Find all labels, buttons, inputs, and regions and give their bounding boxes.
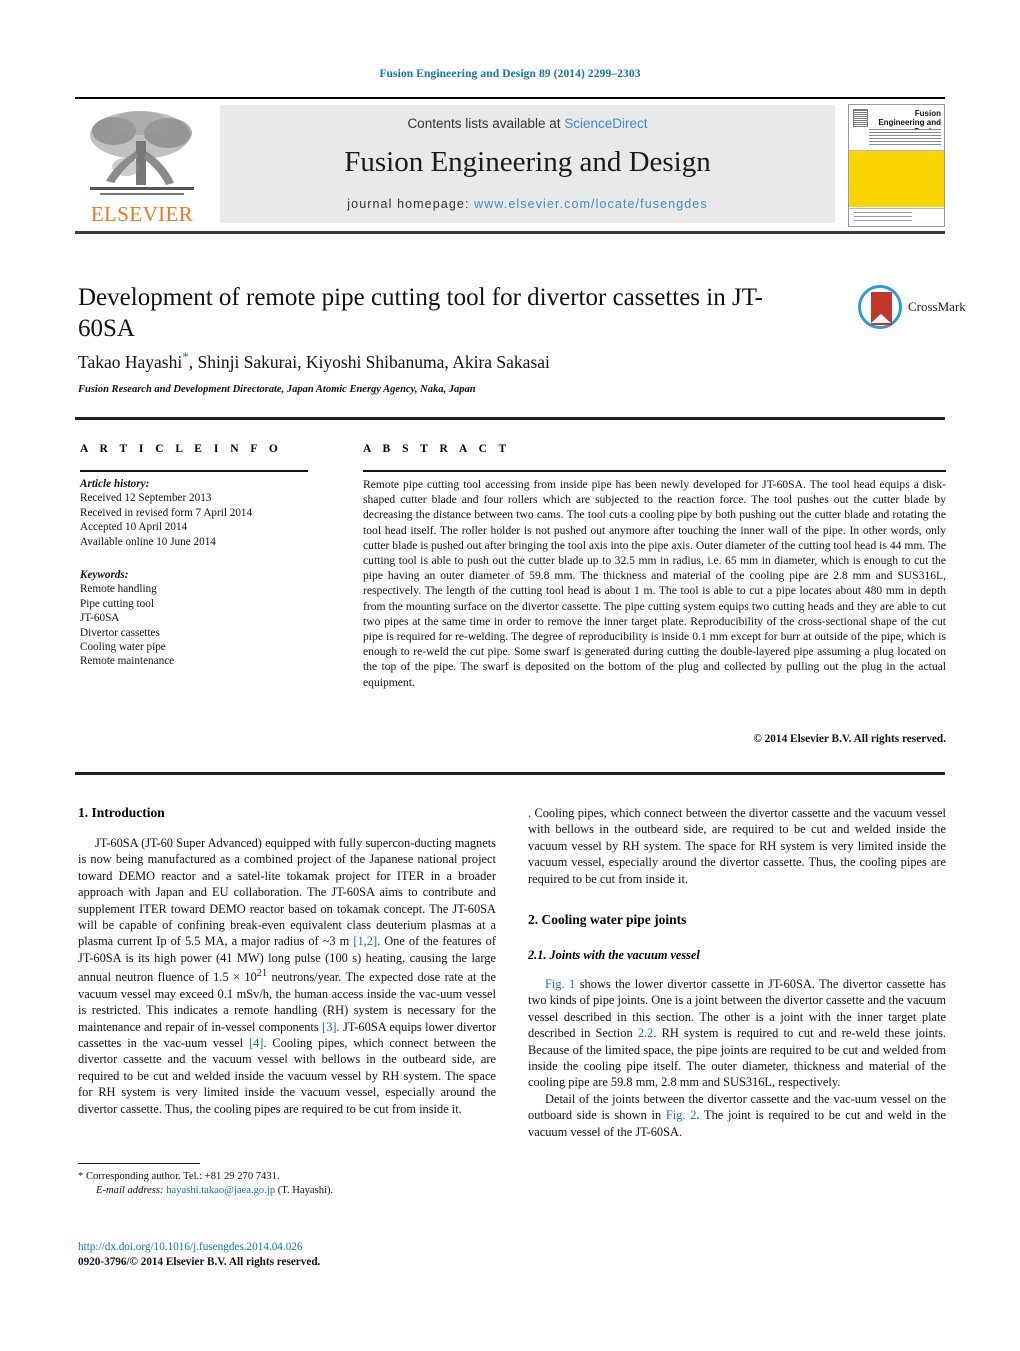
paper-page: Fusion Engineering and Design 89 (2014) … (0, 0, 1020, 1351)
crossmark-label: CrossMark (908, 299, 966, 314)
history-item: Received 12 September 2013 (80, 492, 212, 505)
abstract-top-rule (75, 417, 945, 420)
journal-cover-thumbnail: Fusion Engineering and Design (848, 104, 945, 227)
cover-footer-lines (854, 212, 912, 223)
keyword-item: Divertor cassettes (80, 626, 160, 639)
corresponding-author-note: * Corresponding author. Tel.: +81 29 270… (78, 1170, 498, 1184)
sec21-paragraph-2: Detail of the joints between the diverto… (528, 1091, 946, 1140)
contents-prefix: Contents lists available at (407, 116, 565, 131)
cover-subtext-lines (869, 129, 941, 145)
cover-top-band: Fusion Engineering and Design (849, 105, 944, 151)
section-heading-introduction: 1. Introduction (78, 805, 165, 820)
doi-block: http://dx.doi.org/10.1016/j.fusengdes.20… (78, 1240, 498, 1270)
section-heading-cooling-water-pipe-joints: 2. Cooling water pipe joints (528, 912, 687, 928)
running-head: Fusion Engineering and Design 89 (2014) … (379, 68, 641, 80)
author-first: Takao Hayashi (78, 351, 183, 372)
intro-continuation: . Cooling pipes, which connect between t… (528, 805, 946, 887)
sciencedirect-link[interactable]: ScienceDirect (564, 116, 647, 131)
keyword-item: Remote maintenance (80, 655, 175, 668)
paper-title: Development of remote pipe cutting tool … (78, 284, 764, 342)
intro-paragraph-1: JT-60SA (JT-60 Super Advanced) equipped … (78, 835, 496, 1117)
issn-copyright-line: 0920-3796/© 2014 Elsevier B.V. All right… (78, 1256, 321, 1268)
citation-1-2[interactable]: [1,2] (353, 934, 377, 948)
figure-2-link[interactable]: Fig. 2 (666, 1108, 697, 1122)
citation-3[interactable]: [3] (322, 1020, 336, 1034)
crossmark-notch (871, 314, 891, 323)
copyright-line: © 2014 Elsevier B.V. All rights reserved… (753, 733, 946, 745)
email-note: E-mail address: hayashi.takao@jaea.go.jp… (78, 1184, 498, 1198)
author-email-link[interactable]: hayashi.takao@jaea.go.jp (166, 1185, 275, 1196)
abstract-bottom-rule (75, 772, 945, 775)
section-2-2-link[interactable]: 2.2 (638, 1026, 654, 1040)
elsevier-logo: ELSEVIER (78, 105, 206, 229)
footnote-block: * Corresponding author. Tel.: +81 29 270… (78, 1170, 498, 1198)
sec21-paragraph-1: Fig. 1 shows the lower divertor cassette… (528, 976, 946, 1091)
abstract-rule (363, 470, 946, 472)
keyword-item: Cooling water pipe (80, 641, 166, 654)
article-info-label: A R T I C L E I N F O (80, 443, 283, 455)
subsection-heading-joints-vacuum-vessel: 2.1. Joints with the vacuum vessel (528, 948, 700, 963)
article-info-column: Article history: Received 12 September 2… (80, 477, 316, 669)
cover-footer-band (849, 208, 944, 226)
crossmark-logo: CrossMark (858, 285, 966, 331)
journal-masthead: ELSEVIER Contents lists available at Sci… (75, 97, 945, 230)
crossmark-badge-icon (858, 285, 902, 329)
history-item: Available online 10 June 2014 (80, 535, 216, 548)
elsevier-tree-icon (84, 107, 200, 203)
cover-yellow-panel (849, 151, 944, 207)
keyword-item: Pipe cutting tool (80, 597, 154, 610)
exponent-21: 21 (256, 968, 268, 980)
keyword-item: JT-60SA (80, 612, 120, 625)
body-right-column: . Cooling pipes, which connect between t… (528, 805, 946, 1140)
corresponding-author-text: Corresponding author. Tel.: +81 29 270 7… (83, 1171, 280, 1182)
contents-available-line: Contents lists available at ScienceDirec… (220, 116, 835, 131)
intro-text-a: JT-60SA (JT-60 Super Advanced) equipped … (78, 836, 496, 949)
cover-badge-icon (853, 109, 868, 127)
journal-title: Fusion Engineering and Design (344, 146, 711, 178)
abstract-text: Remote pipe cutting tool accessing from … (363, 478, 946, 689)
citation-4[interactable]: [4] (249, 1036, 263, 1050)
article-info-rule (80, 470, 308, 472)
journal-homepage-link[interactable]: www.elsevier.com/locate/fusengdes (474, 197, 708, 211)
body-left-column: 1. Introduction JT-60SA (JT-60 Super Adv… (78, 805, 496, 1117)
masthead-banner: Contents lists available at ScienceDirec… (220, 105, 835, 223)
elsevier-wordmark: ELSEVIER (90, 202, 194, 226)
journal-homepage-line: journal homepage: www.elsevier.com/locat… (220, 197, 835, 211)
figure-1-link[interactable]: Fig. 1 (545, 977, 575, 991)
email-label: E-mail address: (96, 1185, 164, 1196)
history-item: Accepted 10 April 2014 (80, 521, 188, 534)
article-history-header: Article history: (80, 478, 150, 490)
authors-remaining: , Shinji Sakurai, Kiyoshi Shibanuma, Aki… (188, 351, 550, 372)
homepage-prefix: journal homepage: (347, 197, 475, 211)
footnote-rule (78, 1163, 200, 1164)
abstract-label: A B S T R A C T (363, 443, 511, 455)
author-affiliation: Fusion Research and Development Director… (78, 384, 476, 395)
doi-link[interactable]: http://dx.doi.org/10.1016/j.fusengdes.20… (78, 1240, 498, 1255)
author-list: Takao Hayashi*, Shinji Sakurai, Kiyoshi … (78, 349, 838, 373)
email-suffix: (T. Hayashi). (275, 1185, 334, 1196)
history-item: Received in revised form 7 April 2014 (80, 506, 253, 519)
intro-continuation-text: . Cooling pipes, which connect between t… (528, 806, 946, 886)
masthead-bottom-rule (75, 231, 945, 234)
keyword-item: Remote handling (80, 583, 157, 596)
keywords-header: Keywords: (80, 569, 129, 582)
